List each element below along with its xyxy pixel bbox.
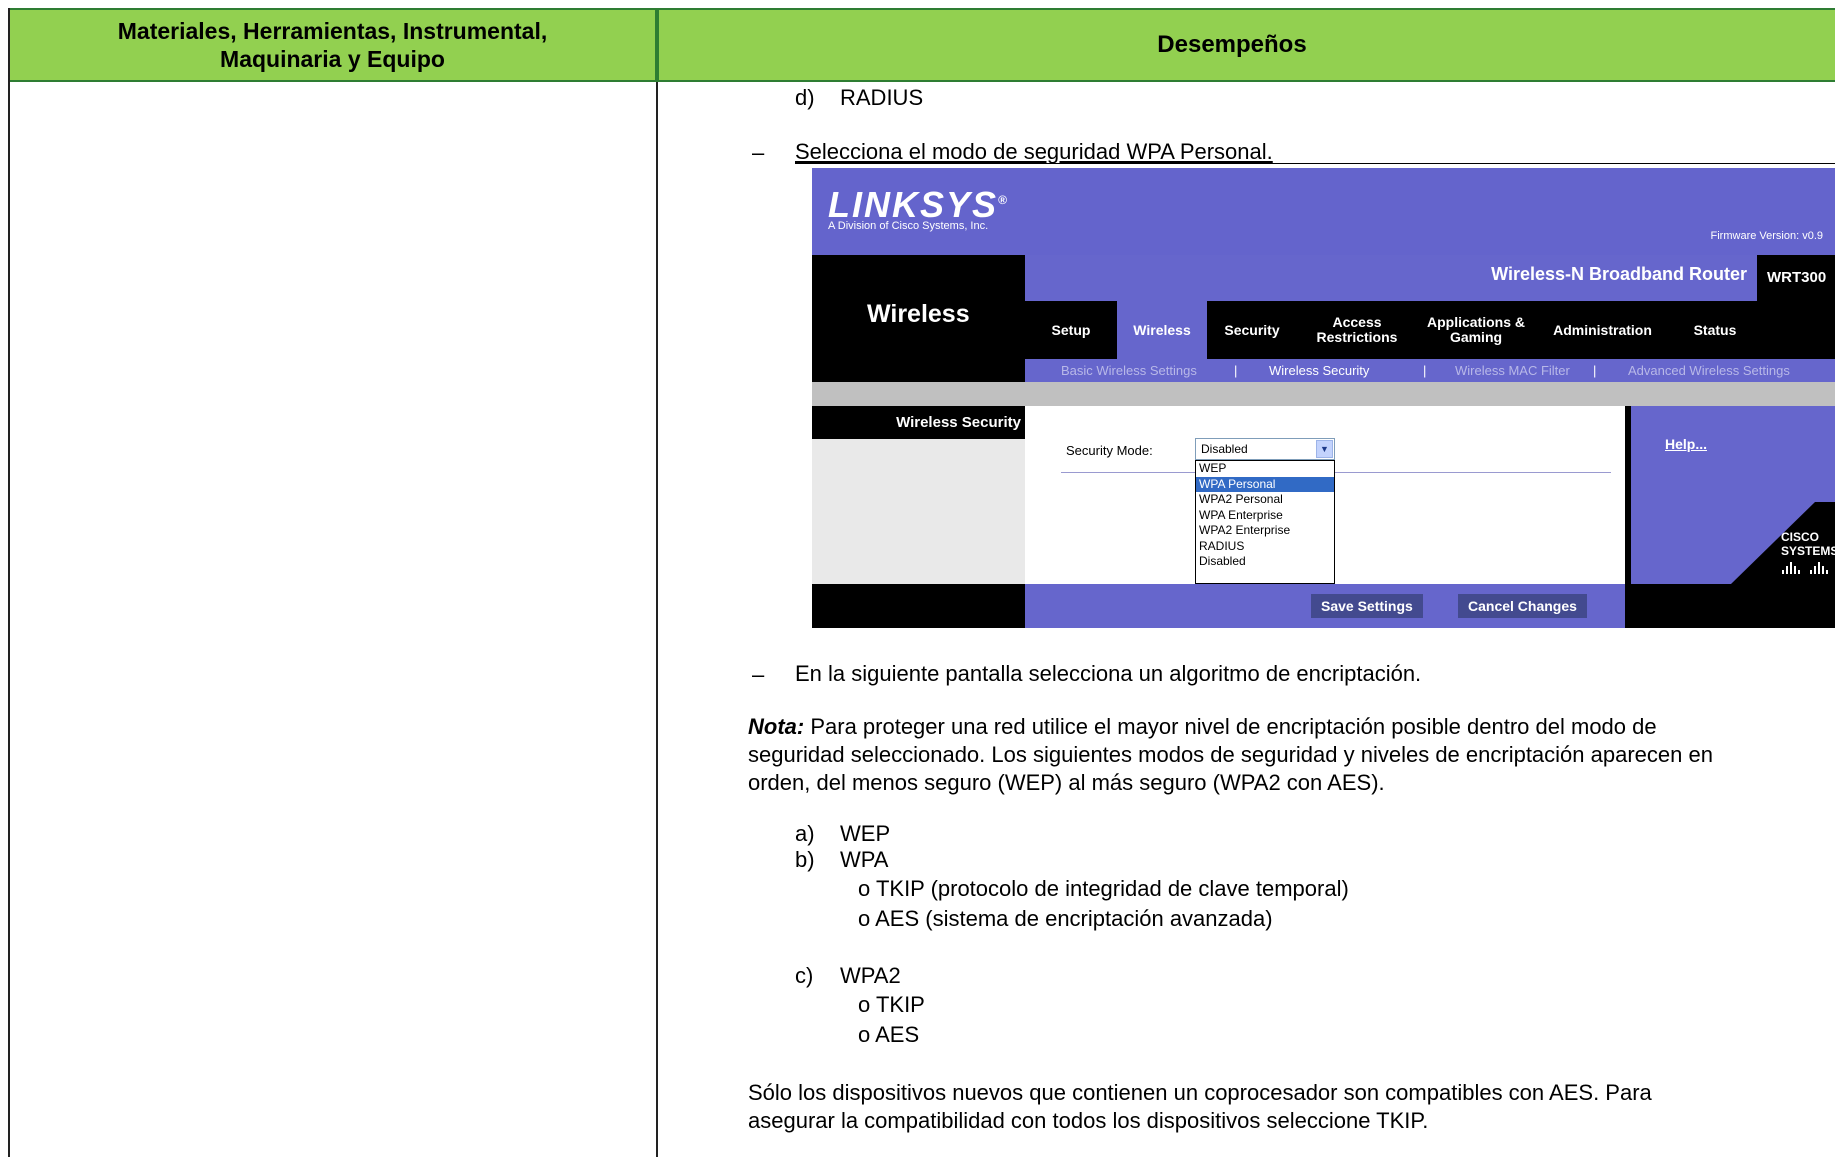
model-name: WRT300 [1757,255,1835,301]
option-wpa-personal[interactable]: WPA Personal [1196,476,1334,492]
footer-left [812,584,1025,628]
cancel-changes-button[interactable]: Cancel Changes [1458,594,1587,618]
option-wpa2-personal[interactable]: WPA2 Personal [1196,492,1334,508]
section-title: Wireless [867,300,970,328]
list-item-a: WEP [840,821,891,846]
list-letter-b: b) [795,847,815,872]
list-item-b-aes: o AES (sistema de encriptación avanzada) [858,906,1273,931]
bullet-wpa-personal: Selecciona el modo de seguridad WPA Pers… [795,139,1273,164]
list-item-b: WPA [840,847,889,872]
list-letter-c: c) [795,963,814,988]
list-item-c-tkip: o TKIP [858,992,925,1017]
final-line1: Sólo los dispositivos nuevos que contien… [748,1080,1652,1105]
nota-line1: Nota: Para proteger una red utilice el m… [748,713,1657,740]
cisco-logo: CISCO SYSTEMS [1781,530,1835,577]
option-wpa-enterprise[interactable]: WPA Enterprise [1196,508,1334,524]
security-mode-value: Disabled [1201,442,1248,456]
tab-security[interactable]: Security [1207,301,1297,359]
router-subnav: Basic Wireless Settings | Wireless Secur… [1025,359,1835,382]
header-materiales: Materiales, Herramientas, Instrumental, … [10,8,657,82]
subnav-basic[interactable]: Basic Wireless Settings [1061,363,1197,378]
footer-right [1625,584,1835,628]
option-wpa2-enterprise[interactable]: WPA2 Enterprise [1196,523,1334,539]
header-materiales-line1: Materiales, Herramientas, Instrumental, [117,18,548,44]
underline-rule [795,163,1835,164]
left-section-title: Wireless Security [812,406,1025,439]
cisco-bars-icon [1782,562,1828,574]
column-divider [656,82,658,1157]
nota-text-1: Para proteger una red utilice el mayor n… [804,714,1657,739]
subnav-mac-filter[interactable]: Wireless MAC Filter [1455,363,1570,378]
tab-status[interactable]: Status [1670,301,1760,359]
list-item-d: RADIUS [840,85,924,110]
option-disabled[interactable]: Disabled [1196,554,1334,570]
subnav-sep: | [1423,363,1427,378]
security-mode-options: WEP WPA Personal WPA2 Personal WPA Enter… [1195,460,1335,584]
bullet-encryption: En la siguiente pantalla selecciona un a… [795,661,1422,686]
nota-line3: orden, del menos seguro (WEP) al más seg… [748,770,1385,795]
firmware-version: Firmware Version: v0.9 [1710,230,1823,242]
tab-wireless[interactable]: Wireless [1117,301,1207,359]
header-materiales-line2: Maquinaria y Equipo [220,46,445,72]
final-line2: asegurar la compatibilidad con todos los… [748,1108,1429,1133]
router-tabs: Setup Wireless Security Access Restricti… [1025,301,1835,359]
subnav-wireless-security[interactable]: Wireless Security [1269,363,1369,378]
list-letter-d: d) [795,85,815,110]
list-item-b-tkip: o TKIP (protocolo de integridad de clave… [858,876,1349,901]
subnav-sep: | [1593,363,1597,378]
tab-access-restrictions[interactable]: Access Restrictions [1297,301,1417,359]
header-desempenos: Desempeños [657,8,1835,82]
subnav-sep: | [1234,363,1238,378]
list-item-c: WPA2 [840,963,901,988]
list-letter-a: a) [795,821,815,846]
product-name: Wireless-N Broadband Router [1491,264,1747,284]
tab-applications-gaming[interactable]: Applications & Gaming [1417,301,1535,359]
option-radius[interactable]: RADIUS [1196,539,1334,555]
dash-bullet: – [752,662,765,687]
subnav-advanced[interactable]: Advanced Wireless Settings [1628,363,1790,378]
tab-administration[interactable]: Administration [1535,301,1670,359]
chevron-down-icon[interactable]: ▼ [1316,440,1333,458]
tab-setup[interactable]: Setup [1025,301,1117,359]
help-link[interactable]: Help... [1665,436,1707,452]
security-mode-select[interactable]: Disabled ▼ [1195,438,1335,460]
router-screenshot: LINKSYS® A Division of Cisco Systems, In… [812,168,1835,628]
dash-bullet: – [752,140,765,165]
linksys-subtitle: A Division of Cisco Systems, Inc. [828,220,989,232]
content-rule [1061,472,1611,473]
gray-band [812,382,1835,406]
help-panel: Help... CISCO SYSTEMS [1625,406,1835,584]
save-settings-button[interactable]: Save Settings [1311,594,1423,618]
option-wep[interactable]: WEP [1196,461,1334,477]
list-item-c-aes: o AES [858,1022,920,1047]
nota-line2: seguridad seleccionado. Los siguientes m… [748,742,1713,767]
nota-label: Nota: [748,714,805,739]
security-mode-label: Security Mode: [1066,443,1153,458]
